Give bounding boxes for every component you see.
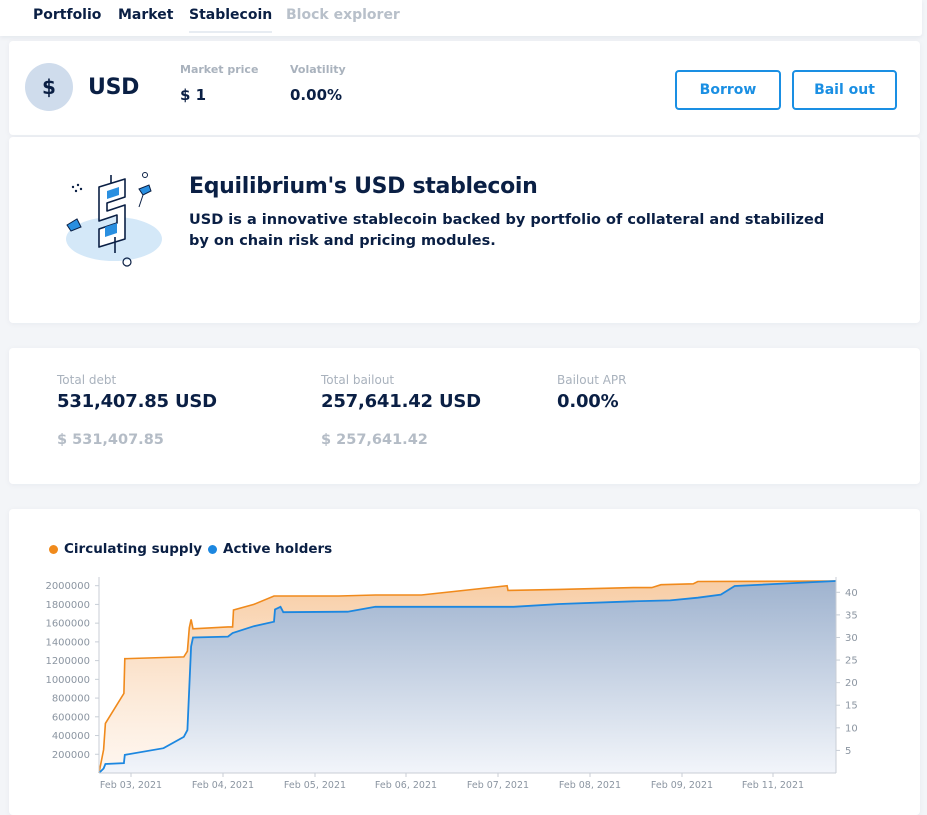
intro-title: Equilibrium's USD stablecoin: [189, 174, 538, 199]
market-price-value: $ 1: [180, 86, 207, 104]
stablecoin-illustration-icon: [66, 172, 162, 267]
total-debt-value: 531,407.85 USD: [57, 391, 217, 412]
borrow-button[interactable]: Borrow: [675, 70, 781, 110]
legend-active-holders[interactable]: Active holders: [208, 541, 332, 557]
legend-label: Active holders: [223, 541, 333, 557]
legend-label: Circulating supply: [64, 541, 202, 557]
intro-card: Equilibrium's USD stablecoin USD is a in…: [9, 137, 920, 323]
coin-name: USD: [88, 75, 140, 100]
market-price-label: Market price: [180, 63, 259, 76]
bailout-button[interactable]: Bail out: [792, 70, 897, 110]
bailout-apr-value: 0.00%: [557, 391, 619, 412]
tab-block-explorer[interactable]: Block explorer: [286, 7, 400, 31]
legend-dot-orange: [49, 544, 58, 554]
tab-market[interactable]: Market: [118, 7, 173, 31]
chart-card: Circulating supply Active holders: [9, 509, 920, 815]
intro-description: USD is a innovative stablecoin backed by…: [189, 212, 825, 249]
total-bailout-usd: $ 257,641.42: [321, 432, 428, 448]
total-debt-usd: $ 531,407.85: [57, 432, 164, 448]
total-debt-label: Total debt: [57, 373, 117, 387]
stats-card: Total debt 531,407.85 USD $ 531,407.85 T…: [9, 348, 920, 484]
volatility-value: 0.00%: [290, 86, 343, 104]
coin-header-card: $ USD Market price $ 1 Volatility 0.00% …: [9, 41, 920, 135]
tab-portfolio[interactable]: Portfolio: [33, 7, 101, 31]
tab-stablecoin[interactable]: Stablecoin: [189, 7, 273, 33]
total-bailout-value: 257,641.42 USD: [321, 391, 481, 412]
legend-circulating-supply[interactable]: Circulating supply: [49, 541, 202, 557]
usd-coin-icon: $: [25, 63, 73, 111]
legend-dot-blue: [208, 544, 217, 554]
total-bailout-label: Total bailout: [321, 373, 395, 387]
bailout-apr-label: Bailout APR: [557, 373, 627, 387]
volatility-label: Volatility: [290, 63, 346, 76]
top-nav: Portfolio Market Stablecoin Block explor…: [0, 0, 922, 36]
